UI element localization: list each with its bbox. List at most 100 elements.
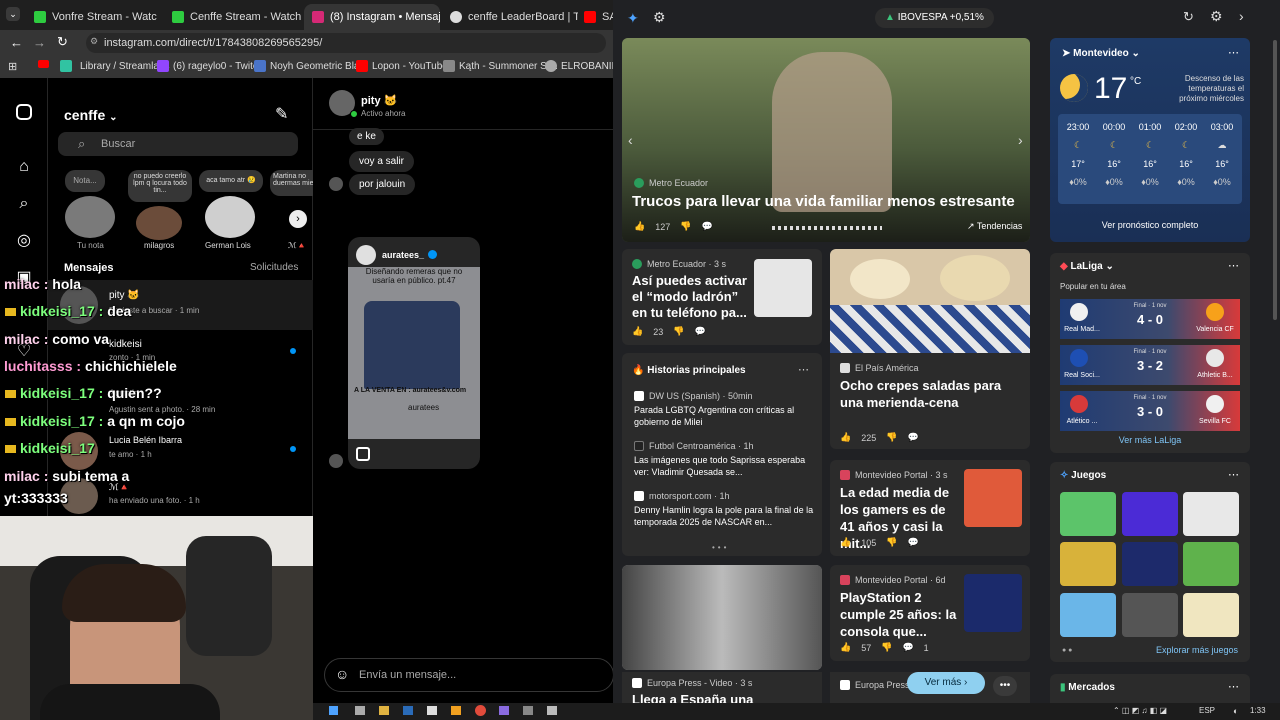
more-options-icon[interactable]: ••• [993,676,1017,696]
game-tile[interactable] [1060,593,1116,637]
hero-title[interactable]: Trucos para llevar una vida familiar men… [632,193,1015,210]
emoji-icon[interactable]: ☺ [335,666,349,682]
forward-arrow-icon[interactable]: → [33,35,46,50]
site-info-icon[interactable]: ⚙ [90,36,98,47]
chat-name[interactable]: pity 🐱 [361,94,397,107]
new-message-icon[interactable]: ✎ [275,104,288,124]
dislike-icon[interactable]: 👎 [881,642,892,653]
back-arrow-icon[interactable]: ← [10,35,23,50]
language-indicator[interactable]: ESP [1199,706,1215,715]
like-icon[interactable]: 👍 [840,642,851,653]
weather-card[interactable]: ➤ Montevideo ⌄ ⋯ 17 °C Descenso de las t… [1050,38,1250,242]
tab-instagram[interactable]: (8) Instagram • Mensajes✕ [304,4,440,30]
bookmark-5[interactable]: Kąth - Summoner St... [443,60,558,72]
tab-1[interactable]: Cenffe Stream - Watch Li✕ [164,4,302,30]
market-ticker[interactable]: ▲ IBOVESPA +0,51% [875,8,994,28]
dislike-icon[interactable]: 👎 [886,537,897,548]
widgets-icon[interactable]: ⚙ [653,9,666,26]
game-tile[interactable] [1183,593,1239,637]
story-item[interactable]: motorsport.com · 1h Denny Hamlin logra l… [634,491,814,528]
bookmark-2[interactable]: (6) rageylo0 - Twitch [157,60,263,72]
bookmark-4[interactable]: Lopon - YouTube [356,60,448,72]
hero-card[interactable]: ‹ › Metro Ecuador Trucos para llevar una… [622,38,1030,242]
steam-icon[interactable] [403,706,413,715]
dislike-icon[interactable]: 👎 [673,326,684,337]
news-card-4[interactable]: Montevideo Portal · 6d PlayStation 2 cum… [830,565,1030,661]
news-image-card[interactable] [622,565,822,670]
match-row[interactable]: Real Mad... Final · 1 nov 4 - 0 Valencia… [1060,299,1240,339]
card-title[interactable]: Así puedes activar el “modo ladrón” en t… [632,273,752,321]
game-tile[interactable] [1122,593,1178,637]
chevron-right-icon[interactable]: › [1239,8,1244,24]
game-tile[interactable] [1060,542,1116,586]
story-item[interactable]: Futbol Centroamérica · 1h Las imágenes q… [634,441,814,478]
game-tile[interactable] [1060,492,1116,536]
notes-next-icon[interactable]: › [289,210,307,228]
more-options-icon[interactable]: ⋯ [798,363,809,376]
news-card-5[interactable]: Europa Press - Video · 3 s Llega a Españ… [622,672,822,703]
app-icon[interactable] [499,706,509,715]
more-options-icon[interactable]: ⋯ [1228,468,1239,481]
card-title[interactable]: PlayStation 2 cumple 25 años: la consola… [840,589,962,640]
scrollbar[interactable] [1273,40,1277,320]
game-tile[interactable] [1122,492,1178,536]
bookmark-0[interactable] [38,60,49,68]
comment-icon[interactable]: 💬 [694,326,705,337]
tab-3[interactable]: cenffe LeaderBoard | The✕ [442,4,578,30]
start-icon[interactable] [329,706,338,715]
carousel-next-icon[interactable]: › [1018,132,1023,148]
game-tile[interactable] [1183,492,1239,536]
like-icon[interactable]: 👍 [840,432,851,443]
more-options-icon[interactable]: ⋯ [1228,259,1239,272]
app-icon[interactable] [547,706,557,715]
pagination-dots[interactable]: ● ● [1062,647,1072,654]
comment-icon[interactable]: 💬 [907,537,918,548]
games-header[interactable]: ✧ Juegos [1060,470,1106,481]
network-icon[interactable]: ◐ [1233,706,1238,716]
shared-post[interactable]: auratees_ Diseñando remeras que no usarí… [348,237,480,469]
card-title[interactable]: Llega a España una [632,692,753,703]
weather-location[interactable]: ➤ Montevideo ⌄ [1062,48,1140,59]
clock[interactable]: 1:33 [1250,706,1266,715]
explore-icon[interactable]: ◎ [15,232,33,250]
copilot-icon[interactable]: ✦ [627,10,639,27]
news-card-1[interactable]: Metro Ecuador · 3 s Así puedes activar e… [622,249,822,345]
bookmark-3[interactable]: Noyh Geometric Bla... [254,60,368,72]
carousel-dots[interactable] [772,226,882,230]
match-row[interactable]: Real Soci... Final · 1 nov 3 - 2 Athleti… [1060,345,1240,385]
trending-link[interactable]: ↗ Tendencias [967,221,1022,232]
search-input[interactable]: ⌕ Buscar [58,132,298,156]
tab-4[interactable]: SA [580,4,613,30]
home-icon[interactable]: ⌂ [15,158,33,176]
taskview-icon[interactable] [355,706,365,715]
card-title[interactable]: Ocho crepes saladas para una merienda-ce… [840,377,1020,411]
laliga-header[interactable]: ◆ LaLiga ⌄ [1060,261,1114,272]
like-icon[interactable]: 👍 [632,326,643,337]
more-options-icon[interactable]: ⋯ [1228,680,1239,693]
dislike-icon[interactable]: 👎 [680,221,691,232]
laliga-more-link[interactable]: Ver más LaLiga [1060,435,1240,445]
more-options-icon[interactable]: ⋯ [1228,46,1239,59]
see-more-button[interactable]: Ver más › [907,672,985,694]
instagram-logo-icon[interactable] [16,104,32,120]
tab-search-button[interactable]: ⌄ [6,7,20,21]
app-icon[interactable] [523,706,533,715]
tab-0[interactable]: Vonfre Stream - Watc✕ [26,4,162,30]
account-switcher[interactable]: cenffe ⌄ [64,107,118,123]
app-icon[interactable] [427,706,437,715]
note-4[interactable]: Martina no duermas mie ℳ🔺 [270,170,313,250]
apps-grid-icon[interactable]: ⊞ [8,60,17,73]
note-milagros[interactable]: no puedo creerlo lpm q locura todo tin..… [128,170,192,250]
story-item[interactable]: DW US (Spanish) · 50min Parada LGBTQ Arg… [634,391,814,428]
note-own[interactable]: Nota... Tu nota [65,170,115,250]
note-german[interactable]: aca tamo atr 😢 German Lois [199,170,263,250]
full-forecast-button[interactable]: Ver pronóstico completo [1058,220,1242,230]
reload-icon[interactable]: ↻ [57,34,68,50]
games-more-link[interactable]: Explorar más juegos [1156,645,1238,655]
news-card-3[interactable]: Montevideo Portal · 3 s La edad media de… [830,460,1030,556]
news-card-2[interactable]: El País América Ocho crepes saladas para… [830,249,1030,449]
chrome-icon[interactable] [475,705,486,716]
search-icon[interactable]: ⌕ [15,195,33,213]
settings-gear-icon[interactable]: ⚙ [1210,8,1223,25]
comment-icon[interactable]: 💬 [907,432,918,443]
